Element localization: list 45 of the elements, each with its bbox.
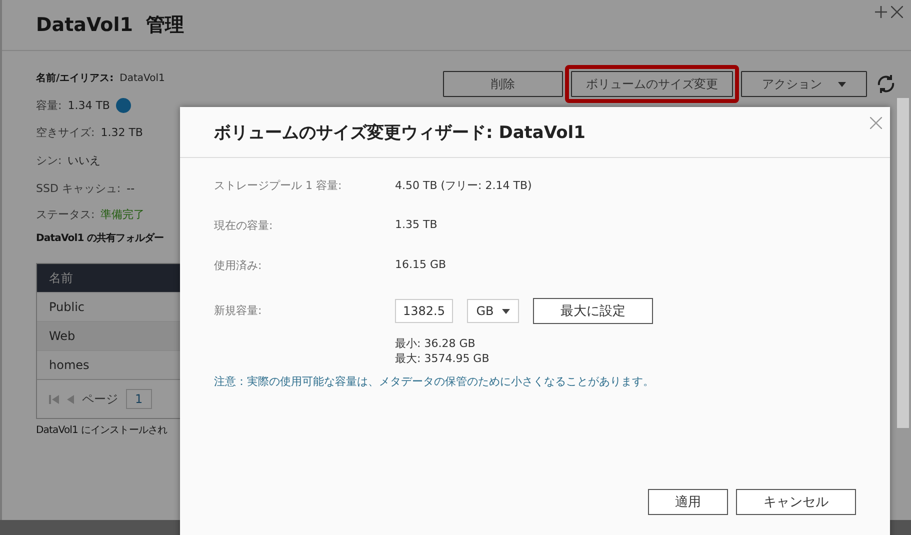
note-text: 注意：実際の使用可能な容量は、メタデータの保管のために小さくなることがあります。 bbox=[214, 374, 655, 389]
previous-page-icon[interactable] bbox=[67, 394, 74, 404]
section-heading: DataVol1 の共有フォルダー bbox=[36, 232, 165, 245]
dialog-title: ボリュームのサイズ変更ウィザード: DataVol1 bbox=[214, 122, 586, 144]
field-label: 現在の容量: bbox=[214, 218, 274, 234]
property-label: シン: bbox=[36, 152, 62, 168]
property-value: -- bbox=[126, 182, 135, 194]
property-label: 空きサイズ: bbox=[36, 124, 95, 140]
pager-label: ページ bbox=[82, 390, 118, 408]
property-value: DataVol1 bbox=[120, 72, 165, 84]
section-heading: DataVol1 にインストールされ bbox=[36, 424, 168, 437]
property-label: 容量: bbox=[36, 98, 62, 113]
set-max-button[interactable]: 最大に設定 bbox=[533, 298, 653, 324]
dialog-button[interactable]: 適用 bbox=[648, 489, 728, 515]
property-label: ステータス: bbox=[36, 207, 95, 222]
field-label: ストレージプール 1 容量: bbox=[214, 178, 343, 194]
dialog-button[interactable]: キャンセル bbox=[736, 489, 856, 515]
refresh-icon[interactable] bbox=[875, 73, 897, 95]
add-icon[interactable] bbox=[875, 6, 887, 18]
caret-icon bbox=[838, 82, 846, 86]
action-dropdown[interactable]: アクション bbox=[741, 71, 867, 97]
unit-dropdown[interactable]: GB bbox=[467, 299, 519, 323]
first-page-icon[interactable] bbox=[49, 394, 59, 404]
capacity-input[interactable]: 1382.5 bbox=[395, 299, 453, 323]
limit-text: 最大: 3574.95 GB bbox=[395, 351, 490, 366]
page-number-field[interactable]: 1 bbox=[126, 389, 152, 409]
field-label: 使用済み: bbox=[214, 258, 263, 274]
property-value: 1.32 TB bbox=[100, 126, 143, 138]
caret-icon bbox=[502, 308, 510, 314]
scrollbar[interactable] bbox=[897, 98, 909, 428]
toolbar-button[interactable]: ボリュームのサイズ変更 bbox=[571, 71, 733, 97]
field-value: 4.50 TB (フリー: 2.14 TB) bbox=[395, 178, 532, 194]
property-label: 名前/エイリアス: bbox=[36, 72, 114, 85]
window-title: DataVol1 管理 bbox=[36, 13, 184, 38]
field-value: 1.35 TB bbox=[395, 218, 438, 233]
property-value: いいえ bbox=[68, 152, 101, 168]
status-value: 準備完了 bbox=[100, 207, 145, 222]
close-icon[interactable] bbox=[870, 117, 882, 129]
field-value: 16.15 GB bbox=[395, 258, 446, 273]
field-label: 新規容量: bbox=[214, 303, 263, 319]
property-value: 1.34 TB bbox=[68, 99, 110, 112]
limit-text: 最小: 36.28 GB bbox=[395, 336, 476, 351]
property-label: SSD キャッシュ: bbox=[36, 180, 121, 196]
toolbar-button[interactable]: 削除 bbox=[443, 71, 563, 97]
close-icon[interactable] bbox=[891, 6, 903, 18]
